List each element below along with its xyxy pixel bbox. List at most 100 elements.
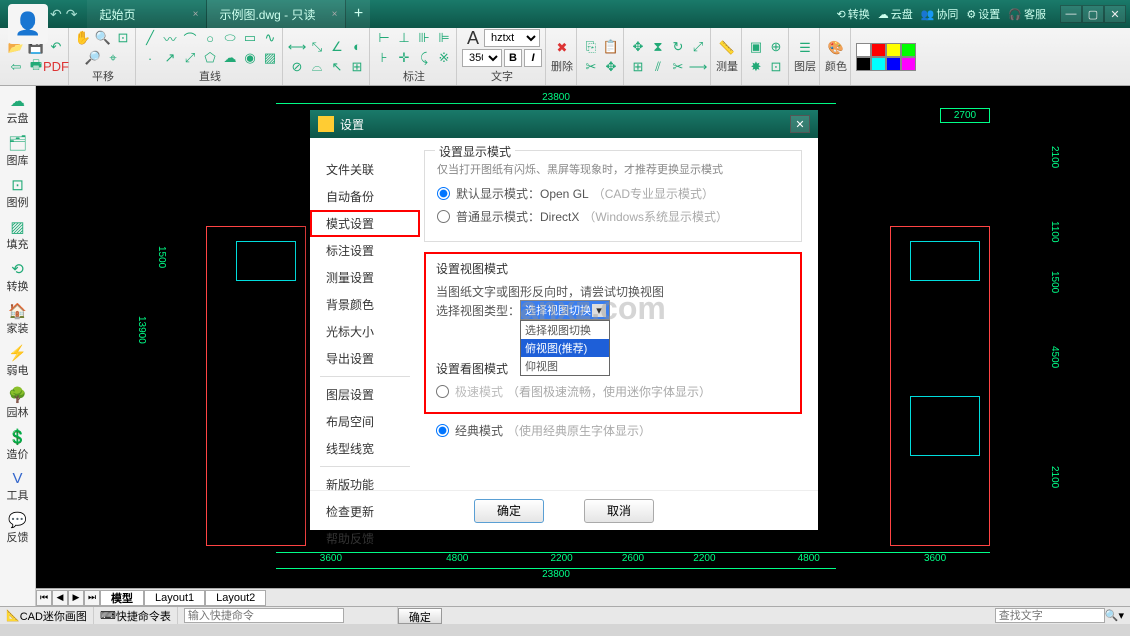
explode-icon[interactable]: ✸	[747, 58, 765, 76]
dropdown-option[interactable]: 仰视图	[521, 357, 609, 375]
nav-mode-settings[interactable]: 模式设置	[310, 210, 420, 237]
nav-help-feedback[interactable]: 帮助反馈	[310, 525, 420, 552]
text-icon[interactable]: A	[464, 29, 482, 47]
search-icon[interactable]: 🔍	[1105, 609, 1119, 622]
tab-add-button[interactable]: +	[346, 0, 370, 28]
arc-icon[interactable]: ⌒	[181, 29, 199, 47]
nav-annot-settings[interactable]: 标注设置	[310, 237, 420, 264]
ray-icon[interactable]: ↗	[161, 49, 179, 67]
nav-check-update[interactable]: 检查更新	[310, 498, 420, 525]
pdf-icon[interactable]: PDF	[47, 58, 65, 76]
zoom-in-icon[interactable]: 🔍	[94, 29, 112, 47]
undo-icon[interactable]: ↶	[47, 38, 65, 56]
maximize-button[interactable]: ▢	[1082, 5, 1104, 23]
sidebar-item-home[interactable]: 🏠家装	[2, 298, 34, 340]
hand-icon[interactable]: ✋	[74, 29, 92, 47]
nav-auto-backup[interactable]: 自动备份	[310, 183, 420, 210]
dim-arc-icon[interactable]: ⌓	[308, 58, 326, 76]
v-dim-icon[interactable]: ⊥	[395, 29, 413, 47]
sidebar-item-cloud[interactable]: ☁云盘	[2, 88, 34, 130]
zoom-window-icon[interactable]: ⌖	[104, 49, 122, 67]
layer-icon[interactable]: ☰	[796, 39, 814, 57]
nav-layout-space[interactable]: 布局空间	[310, 408, 420, 435]
dim-linear-icon[interactable]: ⟷	[288, 38, 306, 56]
ellipse-icon[interactable]: ⬭	[221, 29, 239, 47]
continue-icon[interactable]: ⊪	[415, 29, 433, 47]
tab-nav-prev[interactable]: ◀	[52, 590, 68, 606]
dropdown-option-selected[interactable]: 俯视图(推荐)	[521, 339, 609, 357]
sidebar-item-feedback[interactable]: 💬反馈	[2, 507, 34, 549]
bold-button[interactable]: B	[504, 49, 522, 67]
array-icon[interactable]: ⊞	[629, 58, 647, 76]
nav-bg-color[interactable]: 背景颜色	[310, 291, 420, 318]
tab-nav-next[interactable]: ▶	[68, 590, 84, 606]
nav-file-assoc[interactable]: 文件关联	[310, 156, 420, 183]
tab-nav-last[interactable]: ⏭	[84, 590, 100, 606]
spline-icon[interactable]: ∿	[261, 29, 279, 47]
scale-icon[interactable]: ⤢	[689, 38, 707, 56]
tolerance-icon[interactable]: ⊞	[348, 58, 366, 76]
view-type-combo[interactable]: 选择视图切换	[520, 300, 610, 320]
nav-layer-settings[interactable]: 图层设置	[310, 381, 420, 408]
back-icon[interactable]: ⇦	[7, 58, 25, 76]
tab-document[interactable]: 示例图.dwg - 只读 ×	[207, 0, 346, 28]
measure-icon[interactable]: 📏	[718, 39, 736, 57]
tab-nav-first[interactable]: ⏮	[36, 590, 52, 606]
leader-icon[interactable]: ↖	[328, 58, 346, 76]
radio-opengl[interactable]: 默认显示模式：Open GL（CAD专业显示模式）	[437, 185, 789, 202]
ok-button[interactable]: 确定	[474, 499, 544, 523]
sidebar-item-cost[interactable]: 💲造价	[2, 424, 34, 466]
ord-icon[interactable]: ⊦	[375, 49, 393, 67]
rotate-icon[interactable]: ↻	[669, 38, 687, 56]
settings-link[interactable]: ⚙ 设置	[966, 6, 1000, 22]
polyline-icon[interactable]: 〰	[161, 29, 179, 47]
rect-icon[interactable]: ▭	[241, 29, 259, 47]
sidebar-item-elec[interactable]: ⚡弱电	[2, 340, 34, 382]
point-icon[interactable]: ·	[141, 49, 159, 67]
group2-icon[interactable]: ⊡	[767, 58, 785, 76]
radio-fast-mode[interactable]: 极速模式（看图极速流畅，使用迷你字体显示）	[436, 383, 790, 400]
sidebar-item-convert[interactable]: ⟲转换	[2, 256, 34, 298]
radio-input[interactable]	[437, 187, 450, 200]
nav-measure-settings[interactable]: 测量设置	[310, 264, 420, 291]
color-palette[interactable]	[856, 43, 920, 71]
nav-new-features[interactable]: 新版功能	[310, 471, 420, 498]
donut-icon[interactable]: ◉	[241, 49, 259, 67]
zoom-fit-icon[interactable]: ⊡	[114, 29, 132, 47]
sidebar-item-library[interactable]: 🗂图库	[2, 130, 34, 172]
forward-icon[interactable]: ↷	[66, 6, 78, 23]
offset-icon[interactable]: ⫽	[649, 58, 667, 76]
center-icon[interactable]: ✛	[395, 49, 413, 67]
radio-classic-mode[interactable]: 经典模式（使用经典原生字体显示）	[436, 422, 802, 439]
insert-icon[interactable]: ⊕	[767, 38, 785, 56]
cmd-table-link[interactable]: ⌨ 快捷命令表	[94, 607, 178, 624]
mleader-icon[interactable]: ⤹	[415, 49, 433, 67]
dim-radius-icon[interactable]: ◐	[348, 38, 366, 56]
back-icon[interactable]: ↶	[50, 6, 62, 23]
radio-directx[interactable]: 普通显示模式：DirectX（Windows系统显示模式）	[437, 208, 789, 225]
nav-export-settings[interactable]: 导出设置	[310, 345, 420, 372]
block-icon[interactable]: ▣	[747, 38, 765, 56]
cloud-icon[interactable]: ☁	[221, 49, 239, 67]
sidebar-item-garden[interactable]: 🌳园林	[2, 382, 34, 424]
trim-icon[interactable]: ✂	[669, 58, 687, 76]
sidebar-item-legend[interactable]: ⊡图例	[2, 172, 34, 214]
copy-icon[interactable]: ⎘	[582, 38, 600, 56]
polygon-icon[interactable]: ⬠	[201, 49, 219, 67]
move2-icon[interactable]: ✥	[629, 38, 647, 56]
dropdown-option[interactable]: 选择视图切换	[521, 321, 609, 339]
line-icon[interactable]: ╱	[141, 29, 159, 47]
minimize-button[interactable]: —	[1060, 5, 1082, 23]
extend-icon[interactable]: ⟶	[689, 58, 707, 76]
layout-tab-model[interactable]: 模型	[100, 590, 144, 606]
nav-linetype[interactable]: 线型线宽	[310, 435, 420, 462]
dim-dia-icon[interactable]: ⊘	[288, 58, 306, 76]
convert-link[interactable]: ⟲ 转换	[837, 6, 870, 22]
circle-icon[interactable]: ○	[201, 29, 219, 47]
move-icon[interactable]: ✥	[602, 58, 620, 76]
search-dropdown-icon[interactable]: ▾	[1118, 609, 1124, 622]
font-name-combo[interactable]: hztxt	[484, 29, 540, 47]
paste-icon[interactable]: 📋	[602, 38, 620, 56]
hatch-icon[interactable]: ▨	[261, 49, 279, 67]
nav-cursor-size[interactable]: 光标大小	[310, 318, 420, 345]
